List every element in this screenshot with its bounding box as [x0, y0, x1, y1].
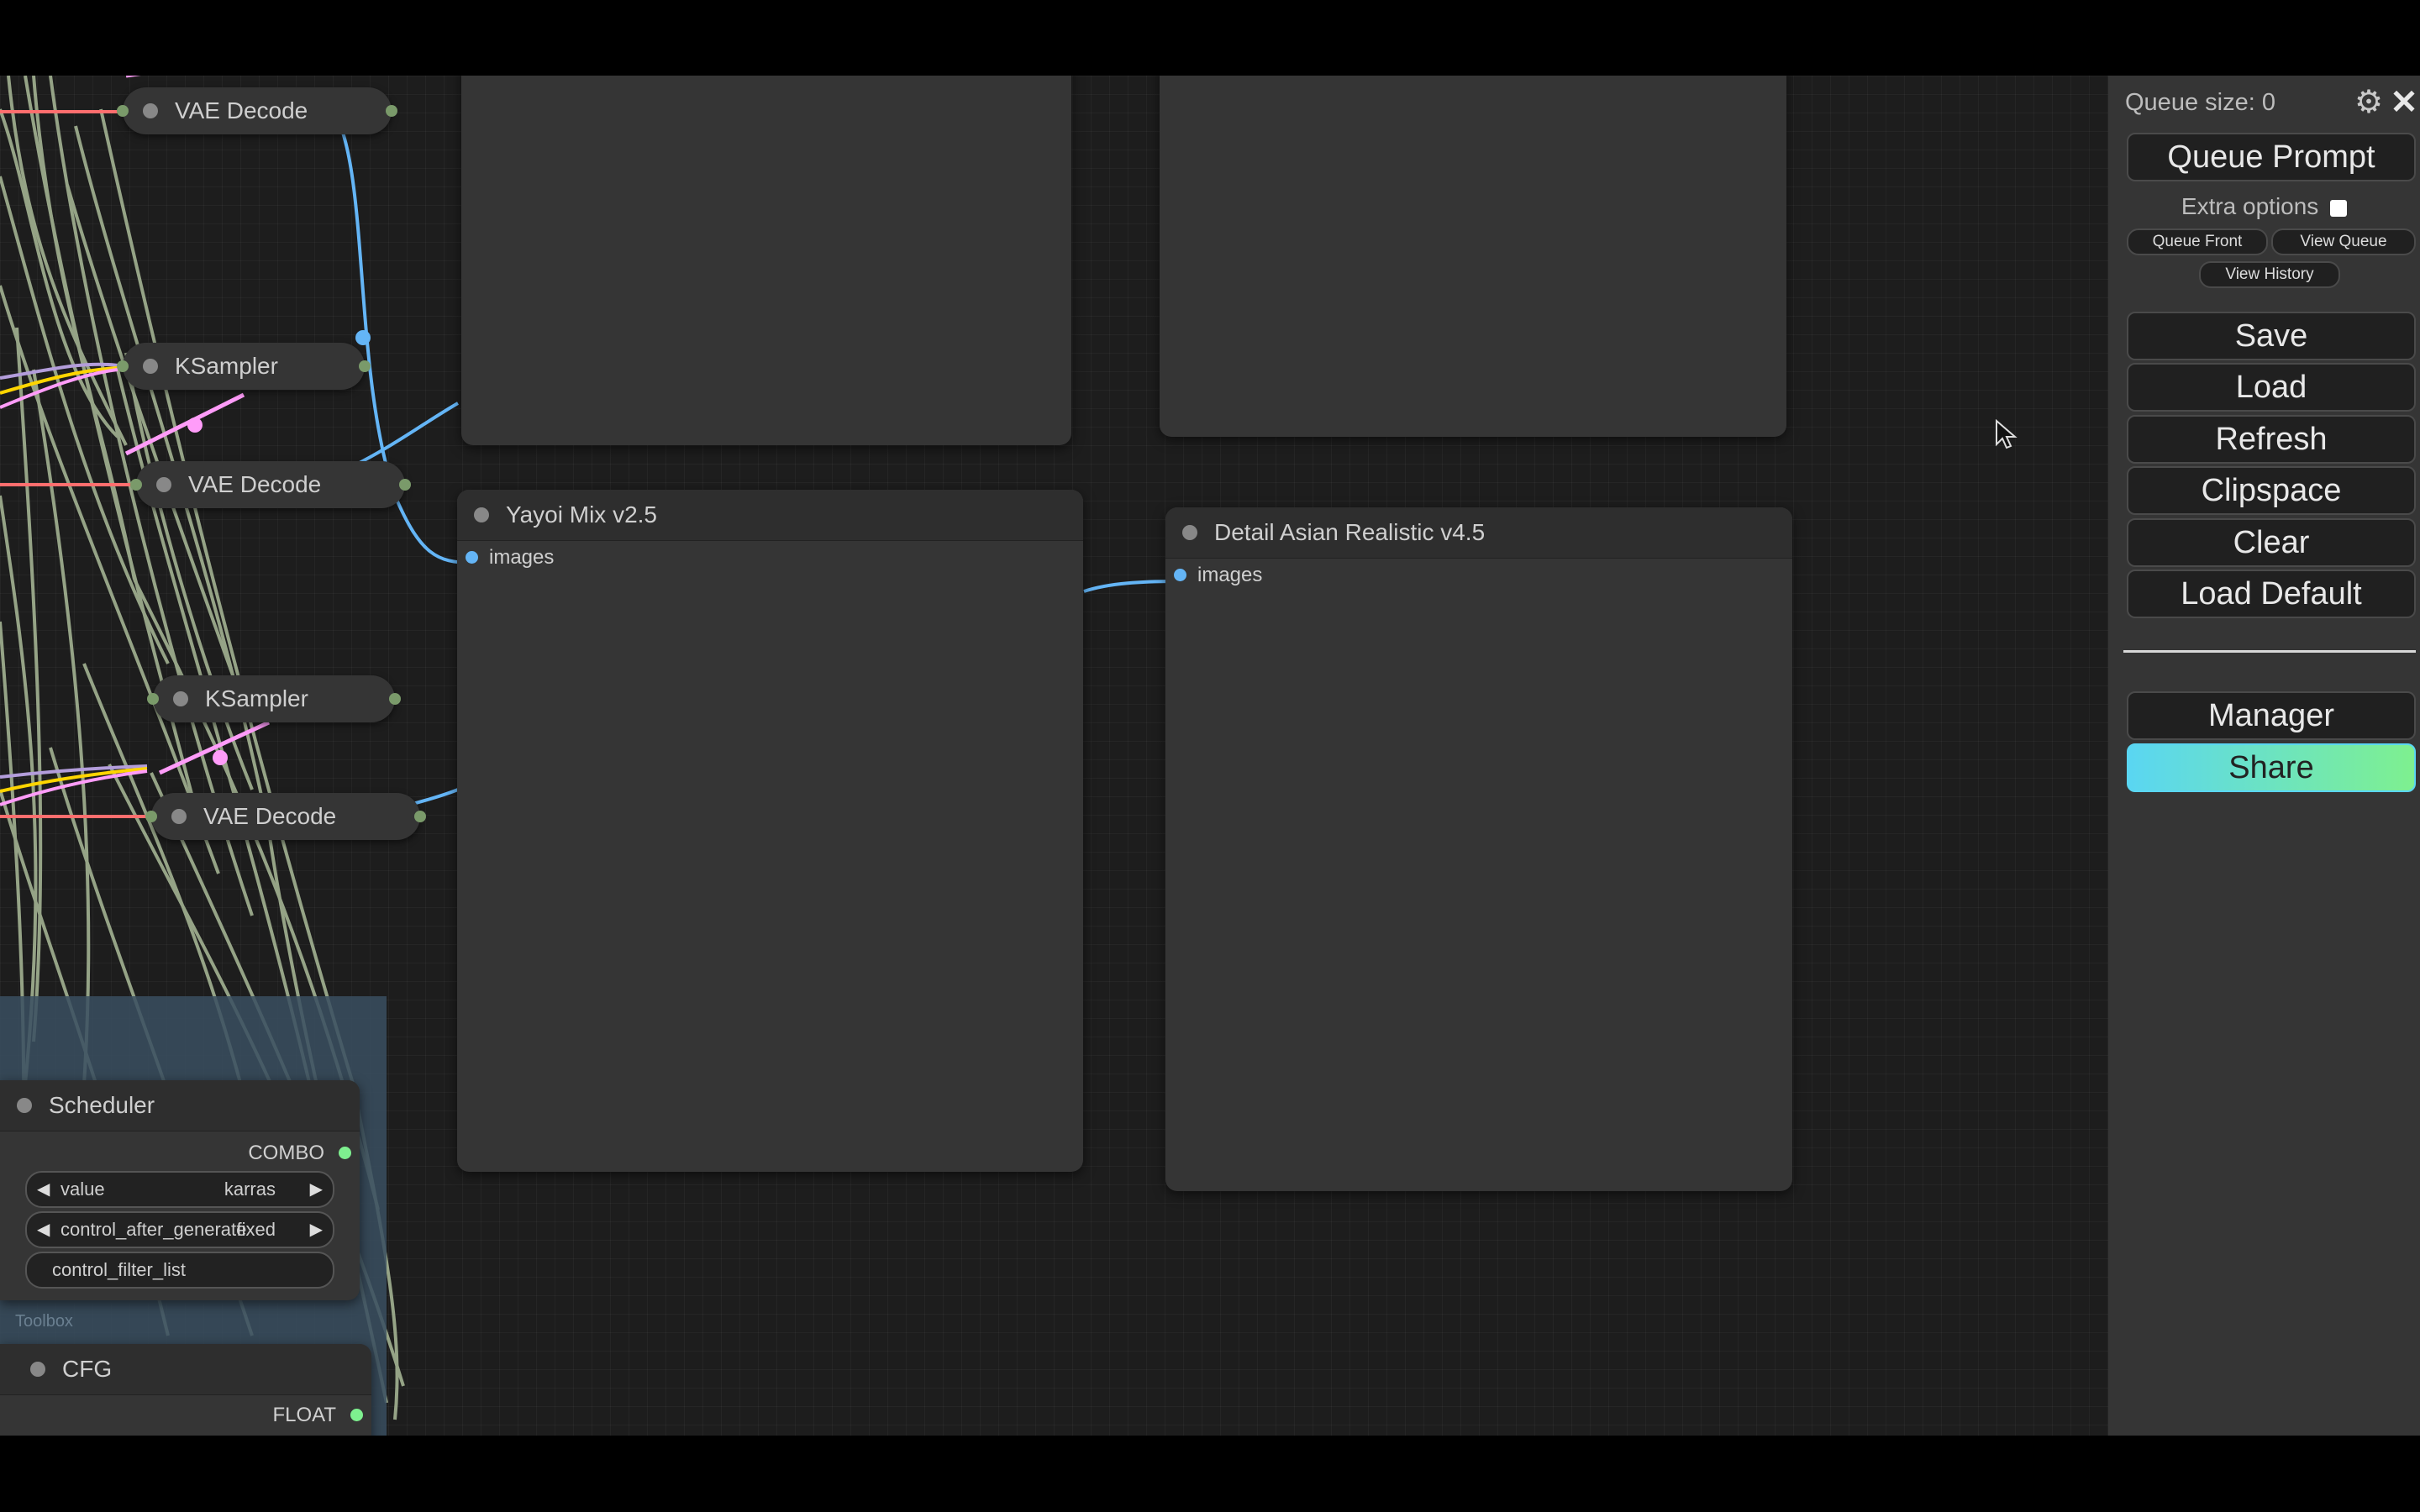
output-pin[interactable] [386, 105, 397, 117]
widget-value-combo[interactable]: ◀ value karras ▶ [25, 1171, 334, 1208]
close-icon[interactable]: ✕ [2389, 86, 2419, 119]
widget-value: fixed [236, 1219, 276, 1240]
node-title: Detail Asian Realistic v4.5 [1214, 519, 1486, 545]
node-status-dot [173, 691, 188, 706]
widget-control-after-generate[interactable]: ◀ control_after_generate fixed ▶ [25, 1211, 334, 1248]
queue-prompt-button[interactable]: Queue Prompt [2127, 133, 2416, 181]
preview-image-node-yayoi[interactable]: Yayoi Mix v2.5 images [457, 490, 1083, 1172]
node-title-bar[interactable]: Yayoi Mix v2.5 [457, 490, 1083, 541]
input-pin[interactable] [130, 479, 142, 491]
decrement-arrow-icon[interactable]: ◀ [37, 1173, 50, 1206]
widget-label: control_filter_list [52, 1259, 186, 1280]
node-status-dot [143, 359, 158, 374]
node-title: Scheduler [49, 1092, 155, 1118]
collapsed-node-ksampler-1[interactable]: KSampler [117, 343, 371, 390]
node-title-bar[interactable]: Scheduler [0, 1080, 360, 1131]
manager-button[interactable]: Manager [2127, 691, 2416, 740]
increment-arrow-icon[interactable]: ▶ [310, 1173, 323, 1206]
clear-button[interactable]: Clear [2127, 518, 2416, 567]
comfy-menu-panel: Queue size: 0 ⚙ ✕ Queue Prompt Extra opt… [2108, 76, 2420, 1436]
node-title: VAE Decode [188, 471, 322, 497]
node-status-dot [474, 507, 489, 522]
input-slot-images[interactable]: images [457, 541, 1083, 575]
save-button[interactable]: Save [2127, 312, 2416, 360]
node-title: KSampler [205, 685, 308, 711]
widget-label: control_after_generate [60, 1219, 247, 1240]
node-title: VAE Decode [175, 97, 308, 123]
extra-options-checkbox[interactable] [2330, 199, 2348, 217]
output-pin[interactable] [359, 360, 371, 372]
node-status-dot [143, 103, 158, 118]
widget-label: value [60, 1179, 105, 1200]
input-pin[interactable] [117, 360, 129, 372]
collapsed-node-ksampler-2[interactable]: KSampler [147, 675, 401, 722]
menu-divider [2123, 650, 2416, 653]
widget-value: karras [224, 1179, 276, 1200]
input-pin[interactable] [145, 811, 157, 822]
slot-label: FLOAT [272, 1404, 336, 1426]
view-queue-button[interactable]: View Queue [2271, 228, 2416, 255]
node-title: VAE Decode [203, 803, 337, 829]
input-pin[interactable] [117, 105, 129, 117]
collapsed-node-vae-decode-1[interactable]: VAE Decode [117, 87, 397, 134]
node-title-bar[interactable]: CFG [0, 1344, 371, 1395]
node-title: KSampler [175, 353, 278, 379]
increment-arrow-icon[interactable]: ▶ [310, 1213, 323, 1247]
output-pin[interactable] [389, 693, 401, 705]
collapsed-node-vae-decode-2[interactable]: VAE Decode [130, 461, 411, 508]
slot-label: images [489, 546, 555, 569]
widget-control-filter-list[interactable]: control_filter_list [25, 1252, 334, 1289]
output-pin[interactable] [399, 479, 411, 491]
input-pin[interactable] [147, 693, 159, 705]
node-status-dot [1182, 525, 1197, 540]
share-button[interactable]: Share [2127, 743, 2416, 792]
extra-options-row: Extra options [2108, 193, 2420, 220]
node-status-dot [156, 477, 171, 492]
collapsed-node-vae-decode-3[interactable]: VAE Decode [145, 793, 426, 840]
settings-gear-icon[interactable]: ⚙ [2352, 86, 2386, 119]
node-status-dot [17, 1098, 32, 1113]
output-slot-combo[interactable]: COMBO [0, 1137, 360, 1170]
output-slot-float[interactable]: FLOAT [0, 1399, 371, 1432]
extra-options-label: Extra options [2181, 193, 2319, 219]
output-pin[interactable] [414, 811, 426, 822]
scheduler-node[interactable]: Scheduler COMBO ◀ value karras ▶ ◀ contr… [0, 1080, 360, 1300]
clipspace-button[interactable]: Clipspace [2127, 466, 2416, 515]
group-title: Toolbox [15, 1312, 73, 1331]
slot-label: images [1197, 564, 1263, 586]
view-history-button[interactable]: View History [2199, 261, 2340, 288]
node-title-bar[interactable]: Detail Asian Realistic v4.5 [1165, 507, 1792, 559]
upper-preview-node-right[interactable] [1160, 76, 1786, 437]
preview-image-node-detail-asian[interactable]: Detail Asian Realistic v4.5 images [1165, 507, 1792, 1191]
upper-preview-node-left[interactable] [461, 76, 1071, 445]
node-graph-canvas[interactable]: Toolbox VAE Decode KSampler VAE Decode K… [0, 76, 2108, 1436]
cfg-node[interactable]: CFG FLOAT [0, 1344, 371, 1436]
output-pin[interactable] [339, 1147, 351, 1159]
node-title: CFG [62, 1356, 113, 1382]
mouse-cursor-icon [1996, 419, 2018, 449]
queue-front-button[interactable]: Queue Front [2127, 228, 2268, 255]
load-button[interactable]: Load [2127, 363, 2416, 412]
input-pin[interactable] [1174, 569, 1186, 581]
node-status-dot [30, 1362, 45, 1377]
decrement-arrow-icon[interactable]: ◀ [37, 1213, 50, 1247]
output-pin[interactable] [350, 1409, 363, 1421]
node-status-dot [171, 809, 187, 824]
input-pin[interactable] [466, 551, 478, 564]
node-title: Yayoi Mix v2.5 [506, 501, 657, 528]
input-slot-images[interactable]: images [1165, 559, 1792, 592]
refresh-button[interactable]: Refresh [2127, 415, 2416, 464]
queue-size-label: Queue size: 0 [2125, 89, 2275, 116]
load-default-button[interactable]: Load Default [2127, 570, 2416, 618]
slot-label: COMBO [248, 1142, 324, 1164]
